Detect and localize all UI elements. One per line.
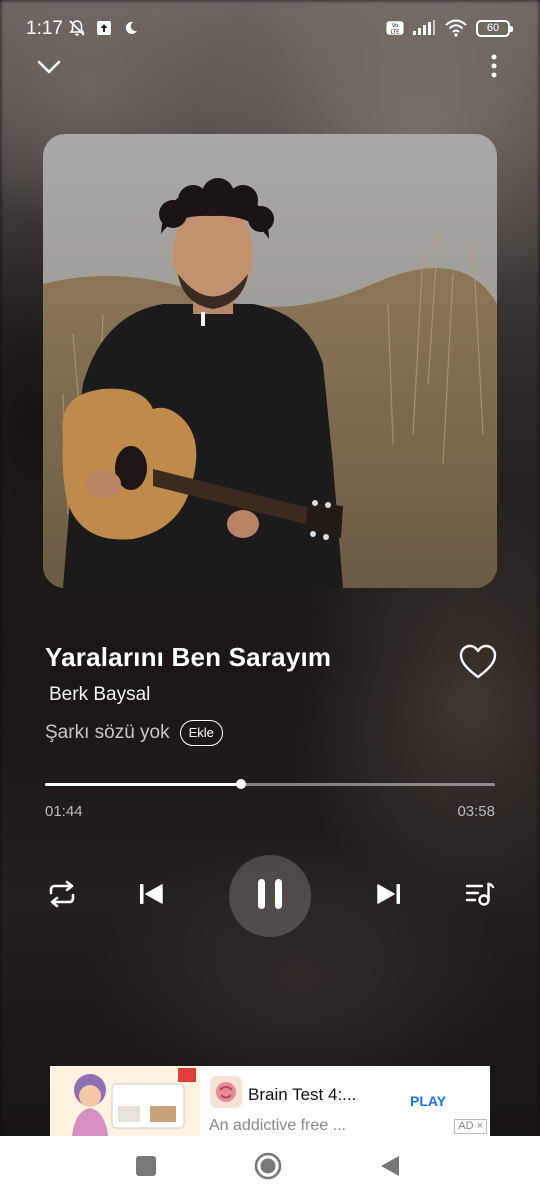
repeat-button[interactable] xyxy=(42,876,82,916)
home-button[interactable] xyxy=(238,1136,298,1200)
previous-button[interactable] xyxy=(132,877,170,915)
status-right-icons: Vo LTE 60 xyxy=(386,19,513,37)
recents-button[interactable] xyxy=(116,1136,176,1200)
system-nav-bar xyxy=(0,1136,540,1200)
back-icon xyxy=(379,1154,401,1183)
volte-icon: Vo LTE xyxy=(386,19,404,37)
status-left-icons xyxy=(68,19,140,37)
home-icon xyxy=(254,1152,282,1185)
favorite-button[interactable] xyxy=(458,644,498,682)
repeat-icon xyxy=(45,879,79,914)
bell-muted-icon xyxy=(68,19,86,37)
ad-description: An addictive free ... xyxy=(209,1117,346,1134)
status-time: 1:17 xyxy=(26,18,63,39)
status-bar: 1:17 Vo LTE 60 xyxy=(0,0,540,58)
progress-bar[interactable] xyxy=(45,779,495,789)
more-options-button[interactable] xyxy=(484,54,504,82)
heart-outline-icon xyxy=(458,644,498,684)
previous-icon xyxy=(138,882,164,911)
add-lyrics-button[interactable]: Ekle xyxy=(179,720,223,746)
collapse-player-button[interactable] xyxy=(34,56,64,82)
back-button[interactable] xyxy=(360,1136,420,1200)
song-title: Yaralarını Ben Sarayım xyxy=(45,642,332,672)
wifi-icon xyxy=(444,19,468,37)
pause-button[interactable] xyxy=(229,855,311,937)
battery-icon: 60 xyxy=(476,19,513,37)
moon-icon xyxy=(122,19,140,37)
ad-banner[interactable]: Brain Test 4:... An addictive free ... P… xyxy=(50,1066,490,1136)
more-vertical-icon xyxy=(491,54,497,83)
ad-play-button[interactable]: PLAY xyxy=(410,1093,446,1109)
signal-icon xyxy=(412,19,436,37)
chevron-down-icon xyxy=(36,59,62,80)
pause-icon xyxy=(255,877,285,916)
lyrics-status: Şarkı sözü yok xyxy=(45,722,170,743)
ad-image xyxy=(50,1066,200,1136)
progress-fill xyxy=(45,783,242,786)
progress-thumb[interactable] xyxy=(236,779,247,789)
ad-badge[interactable]: AD × xyxy=(454,1119,487,1134)
ad-app-icon xyxy=(210,1076,242,1108)
album-art xyxy=(43,134,497,588)
time-elapsed: 01:44 xyxy=(45,803,83,820)
queue-button[interactable] xyxy=(460,876,500,916)
next-icon xyxy=(376,882,402,911)
artist-name[interactable]: Berk Baysal xyxy=(49,684,150,706)
recents-icon xyxy=(135,1155,157,1182)
upload-icon xyxy=(95,19,113,37)
svg-text:LTE: LTE xyxy=(391,29,401,35)
lyrics-row: Şarkı sözü yok Ekle xyxy=(45,720,223,746)
ad-title: Brain Test 4:... xyxy=(248,1085,357,1104)
time-total: 03:58 xyxy=(457,803,495,820)
svg-text:Vo: Vo xyxy=(392,23,399,29)
next-button[interactable] xyxy=(370,877,408,915)
queue-icon xyxy=(464,880,496,913)
